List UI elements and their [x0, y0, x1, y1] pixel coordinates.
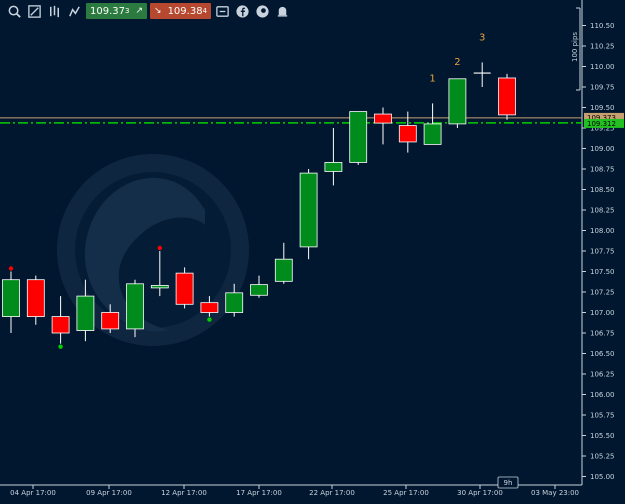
x-tick-label: 09 Apr 17:00 [86, 489, 132, 497]
candle [175, 267, 194, 309]
candle-body [448, 78, 467, 125]
y-tick-label: 107.00 [590, 309, 615, 317]
candle [423, 103, 442, 145]
fractal-marker [157, 245, 162, 251]
indicator-number: 1 [429, 73, 435, 84]
candle [2, 271, 20, 333]
candle [274, 242, 293, 284]
y-tick-label: 109.50 [590, 104, 615, 112]
candle-body [374, 113, 392, 124]
candle [324, 128, 343, 186]
candle-body [2, 279, 20, 318]
y-tick-label: 110.50 [590, 22, 615, 30]
candle [126, 279, 144, 338]
price-chart[interactable]: 110.50110.25110.00109.75109.50109.25109.… [0, 0, 625, 504]
up-arrow-icon: ↗ [135, 6, 144, 16]
fractal-marker [8, 266, 14, 271]
candle-body [349, 111, 368, 163]
x-tick-label: 22 Apr 17:00 [309, 489, 355, 497]
trade-icon[interactable] [214, 3, 231, 20]
candle [448, 78, 467, 128]
y-tick-label: 108.25 [590, 207, 615, 215]
candle-body [51, 316, 70, 334]
x-tick-label: 12 Apr 17:00 [161, 489, 207, 497]
x-tick-label: 30 Apr 17:00 [457, 489, 503, 497]
y-tick-label: 105.25 [590, 453, 615, 461]
price-lines: 109.373109.312 [0, 112, 624, 128]
y-tick-label: 109.75 [590, 84, 615, 92]
bell-icon[interactable] [274, 3, 291, 20]
candle-body [299, 172, 318, 248]
indicator-number: 2 [454, 57, 460, 68]
candle [349, 111, 368, 165]
y-tick-label: 106.00 [590, 391, 615, 399]
x-tick-label: 04 Apr 17:00 [10, 489, 56, 497]
candle-body [200, 302, 219, 313]
facebook-icon[interactable] [234, 3, 251, 20]
candle-body [175, 272, 194, 305]
y-tick-label: 110.00 [590, 63, 615, 71]
measure-label: 100 pips [571, 32, 579, 62]
current-tag-text: 109.312 [587, 120, 616, 128]
bar-chart-icon[interactable] [46, 3, 63, 20]
y-tick-label: 108.00 [590, 227, 615, 235]
y-tick-label: 106.75 [590, 330, 615, 338]
y-tick-label: 107.75 [590, 248, 615, 256]
chart-settings-icon[interactable] [66, 3, 83, 20]
y-tick-label: 110.25 [590, 43, 615, 51]
down-arrow-icon: ↘ [154, 6, 162, 16]
candle [498, 73, 516, 120]
y-tick-label: 108.50 [590, 186, 615, 194]
candle [374, 107, 392, 145]
chart-toolbar: 109.37 3 ↗ ↘ 109.38 4 [0, 0, 625, 22]
y-tick-label: 106.25 [590, 371, 615, 379]
candle-body [324, 162, 343, 172]
y-tick-label: 107.50 [590, 268, 615, 276]
candle [473, 62, 491, 87]
zoom-in-icon[interactable] [6, 3, 23, 20]
candle-body [398, 125, 417, 143]
time-tag-text: 9h [504, 479, 513, 487]
x-tick-label: 03 May 23:00 [531, 489, 579, 497]
candle-body [150, 285, 169, 289]
sell-price-sup: 4 [202, 7, 208, 15]
labels-layer: 1 2 3 [429, 32, 485, 84]
candle-body [26, 279, 45, 318]
current-price-tag: 109.312 [584, 118, 624, 128]
y-tick-label: 109.00 [590, 145, 615, 153]
candle-body [423, 123, 442, 145]
share-icon[interactable] [254, 3, 271, 20]
sell-price: 109.38 [167, 5, 203, 17]
x-tick-label: 17 Apr 17:00 [236, 489, 282, 497]
fractal-marker [207, 317, 212, 322]
y-tick-label: 105.00 [590, 473, 615, 481]
zoom-out-icon[interactable] [26, 3, 43, 20]
y-tick-label: 105.50 [590, 432, 615, 440]
candle-body [274, 258, 293, 282]
candle [250, 275, 268, 298]
candle-body [498, 77, 516, 116]
y-tick-label: 107.25 [590, 289, 615, 297]
candle [26, 275, 45, 325]
time-tag: 9h [497, 476, 519, 489]
candle-body [126, 283, 144, 330]
x-tick-label: 25 Apr 17:00 [383, 489, 429, 497]
buy-price-sup: 3 [125, 7, 130, 15]
candle [299, 169, 318, 260]
candle [51, 296, 70, 344]
candle-body [250, 284, 268, 296]
candle-body [76, 295, 95, 331]
buy-price-button[interactable]: 109.37 3 ↗ [86, 3, 148, 19]
candle-body [101, 312, 120, 330]
buy-price: 109.37 [90, 5, 125, 17]
fractal-marker [58, 344, 63, 349]
y-tick-label: 106.50 [590, 350, 615, 358]
y-tick-label: 108.75 [590, 166, 615, 174]
sell-price-button[interactable]: ↘ 109.38 4 [150, 3, 212, 19]
y-tick-label: 105.75 [590, 412, 615, 420]
candle-body [225, 292, 244, 313]
indicator-number: 3 [479, 32, 485, 43]
